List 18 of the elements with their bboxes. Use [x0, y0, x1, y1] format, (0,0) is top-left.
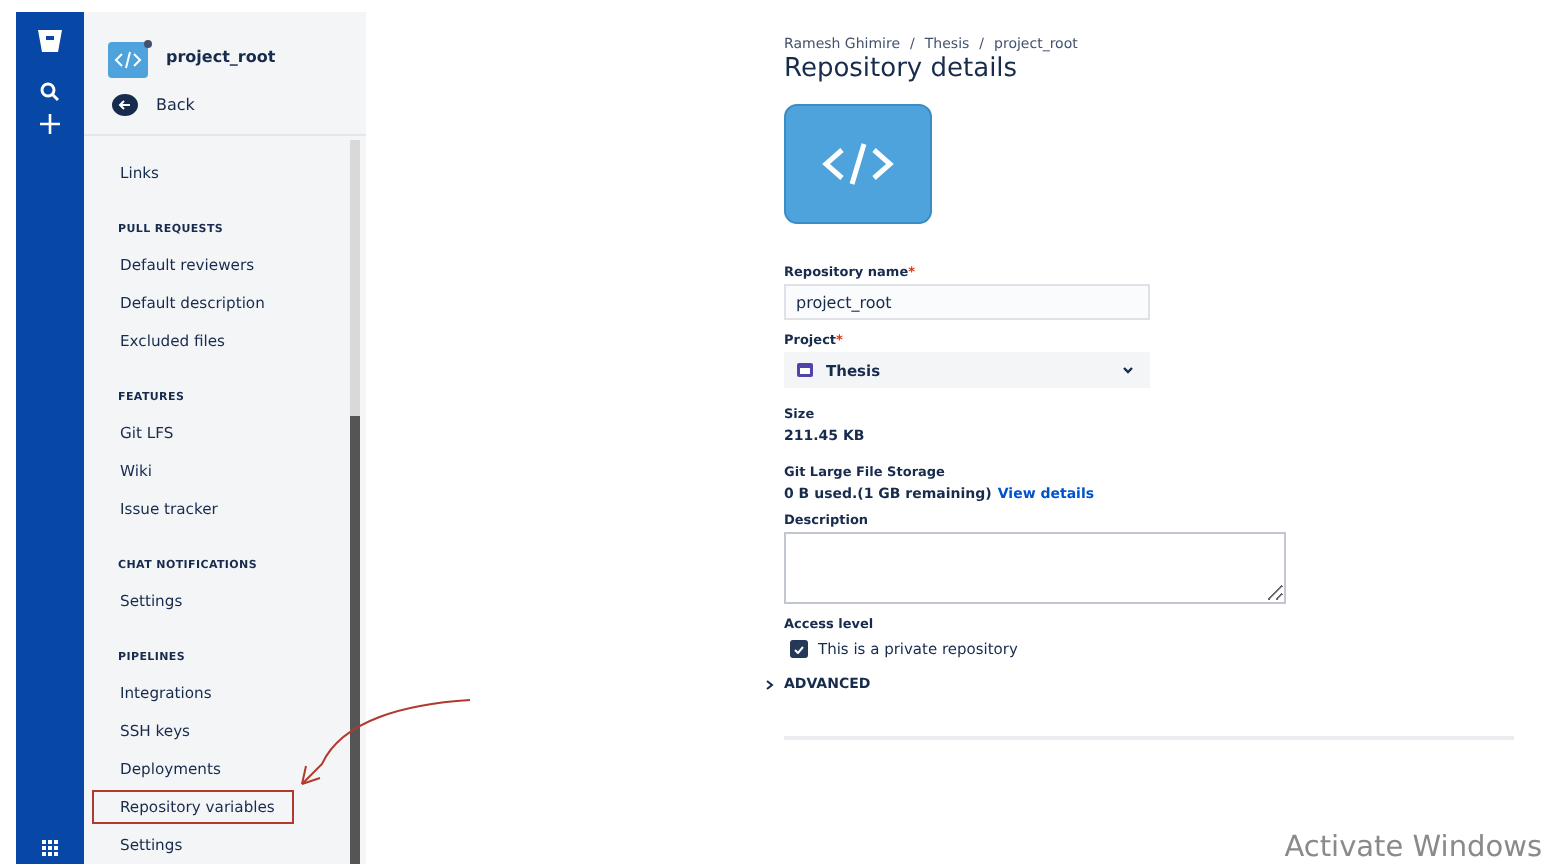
plus-icon[interactable] — [40, 114, 60, 134]
repository-name-field[interactable]: project_root — [784, 284, 1150, 320]
repository-name: project_root — [166, 48, 276, 67]
code-repository-icon[interactable] — [784, 104, 932, 224]
checkbox[interactable] — [790, 640, 808, 658]
chevron-right-icon — [766, 679, 774, 689]
page-title: Repository details — [784, 54, 1020, 84]
back-button[interactable]: Back — [156, 95, 195, 114]
activation-notice: Activate Windows — [1284, 832, 1542, 864]
scrollbar[interactable] — [350, 140, 360, 864]
apps-grid-icon[interactable] — [42, 840, 58, 856]
project-icon — [796, 362, 814, 378]
bucket-logo-icon[interactable] — [36, 28, 64, 54]
chevron-down-icon — [1122, 366, 1134, 374]
scrollbar-thumb[interactable] — [350, 416, 360, 864]
description-field[interactable] — [784, 532, 1286, 604]
code-repository-icon — [108, 37, 154, 78]
search-icon[interactable] — [40, 82, 60, 102]
